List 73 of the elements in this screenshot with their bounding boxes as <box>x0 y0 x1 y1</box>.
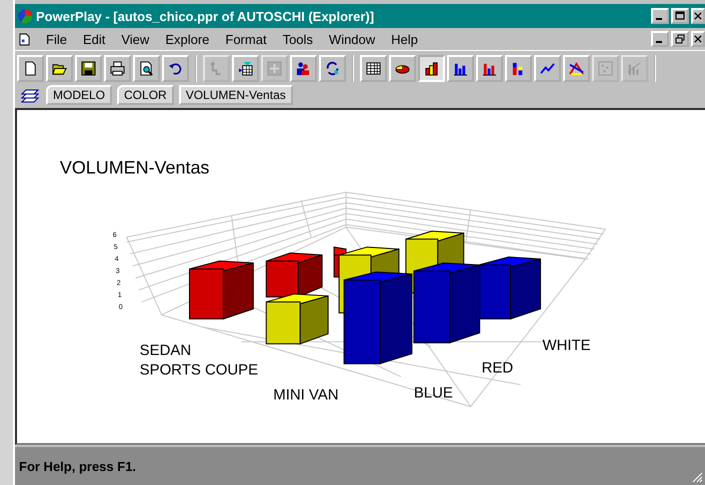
menu-item[interactable]: Explore <box>157 32 218 46</box>
3d-bar <box>266 252 323 298</box>
dimension-tab[interactable]: MODELO <box>46 85 112 105</box>
minimize-icon <box>656 41 662 43</box>
close-icon <box>694 11 702 21</box>
layers-icon <box>21 89 39 103</box>
people-icon <box>296 61 311 76</box>
3d-bar <box>266 293 329 344</box>
bar-chart-icon <box>482 61 497 76</box>
page-icon <box>23 61 38 76</box>
menu-item[interactable]: View <box>113 32 158 46</box>
toolbar-button[interactable] <box>563 55 590 82</box>
rotate-arrows-icon <box>325 61 340 76</box>
toolbar-button[interactable] <box>418 55 445 82</box>
axis-category-label: SPORTS COUPE <box>140 362 258 379</box>
undo-icon <box>168 61 183 76</box>
pareto-chart-icon <box>627 61 642 76</box>
toolbar-button[interactable] <box>46 55 73 82</box>
minimize-button[interactable] <box>651 8 669 24</box>
menu-item[interactable]: File <box>38 32 75 46</box>
toolbar-button[interactable] <box>476 55 503 82</box>
toolbar-button[interactable] <box>290 55 317 82</box>
toolbar-button[interactable] <box>534 55 561 82</box>
menu-item[interactable]: Edit <box>74 32 114 46</box>
bar-chart-icon <box>453 61 468 76</box>
scatter-chart-icon <box>598 61 613 76</box>
toolbar-button[interactable] <box>447 55 474 82</box>
toolbar-button[interactable] <box>17 55 44 82</box>
3d-bar-chart-icon <box>424 61 439 76</box>
window-title: PowerPlay - [autos_chico.ppr of AUTOSCHI (Explorer)] <box>36 8 376 24</box>
3d-bar <box>478 256 541 320</box>
restore-button[interactable] <box>671 31 689 47</box>
minimize-icon <box>656 18 662 20</box>
toolbar-button[interactable] <box>360 55 387 82</box>
plus-icon <box>267 61 282 76</box>
minimize-button[interactable] <box>651 31 669 47</box>
cross-lines-chart-icon <box>569 61 584 76</box>
printer-icon <box>110 61 125 76</box>
app-icon <box>17 8 33 24</box>
3d-bar <box>189 260 254 320</box>
document-icon <box>19 32 30 46</box>
toolbar-button[interactable] <box>389 55 416 82</box>
toolbar-button[interactable] <box>232 55 259 82</box>
line-chart-icon <box>540 61 555 76</box>
toolbar-button[interactable] <box>75 55 102 82</box>
toolbar-button[interactable] <box>104 55 131 82</box>
toolbar-button[interactable] <box>162 55 189 82</box>
menu-item[interactable]: Tools <box>274 32 321 46</box>
axis-category-label: RED <box>482 360 514 377</box>
status-text: For Help, press F1. <box>19 458 138 474</box>
maximize-button[interactable] <box>671 8 689 24</box>
menu-item[interactable]: Format <box>217 32 275 46</box>
toolbar-button[interactable] <box>133 55 160 82</box>
close-icon <box>694 34 702 44</box>
close-button[interactable] <box>691 31 705 47</box>
restore-icon <box>675 34 685 44</box>
close-button[interactable] <box>691 8 705 24</box>
toolbar-button[interactable] <box>319 55 346 82</box>
menu-item[interactable]: Window <box>320 32 384 46</box>
axis-category-label: BLUE <box>414 384 453 402</box>
maximize-icon <box>675 11 685 21</box>
table-icon <box>366 61 381 76</box>
measure-button[interactable]: VOLUMEN-Ventas <box>178 85 293 105</box>
dimension-tab[interactable]: COLOR <box>117 85 174 105</box>
menu-item[interactable]: Help <box>383 32 426 46</box>
chart-title: VOLUMEN-Ventas <box>60 157 210 178</box>
grid-arrow-icon <box>238 61 253 76</box>
axis-category-label: WHITE <box>542 336 591 354</box>
resize-grip-icon <box>691 471 703 483</box>
axis-category-label: SEDAN <box>140 342 192 359</box>
axis-category-label: MINI VAN <box>273 386 339 404</box>
preview-icon <box>139 61 154 76</box>
toolbar-button[interactable] <box>505 55 532 82</box>
